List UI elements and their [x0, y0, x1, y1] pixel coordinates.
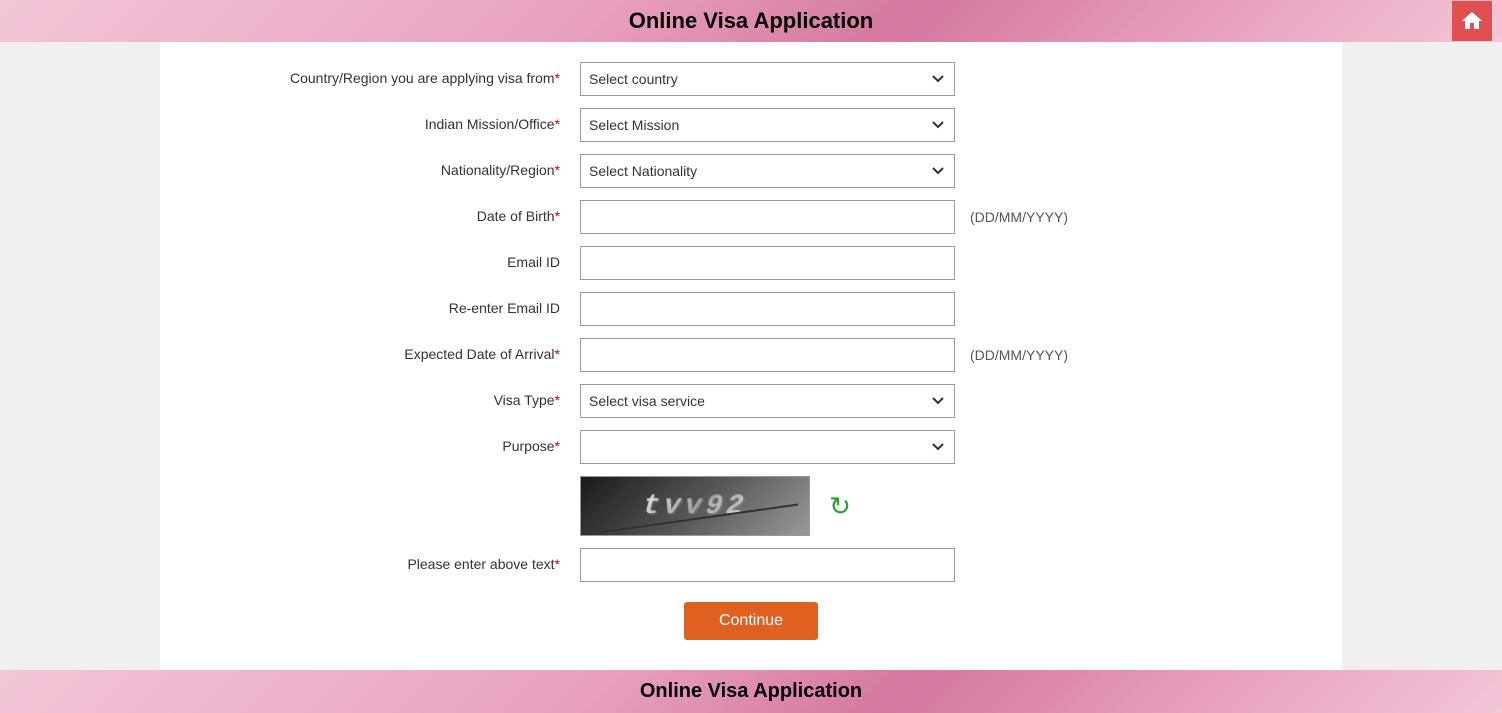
captcha-image: tvv92: [580, 476, 810, 536]
captcha-input[interactable]: [580, 548, 955, 582]
captcha-required: *: [555, 556, 560, 572]
nationality-required: *: [555, 162, 560, 178]
purpose-select[interactable]: [580, 430, 955, 464]
visa-type-required: *: [555, 392, 560, 408]
email-label: Email ID: [200, 253, 580, 273]
visa-type-select[interactable]: Select visa service: [580, 384, 955, 418]
home-icon[interactable]: [1452, 1, 1492, 41]
page-wrapper: Online Visa Application Country/Region y…: [0, 0, 1502, 713]
footer-title: Online Visa Application: [640, 680, 862, 702]
arrival-row: Expected Date of Arrival* (DD/MM/YYYY): [200, 338, 1302, 372]
country-required: *: [555, 70, 560, 86]
nationality-row: Nationality/Region* Select Nationality: [200, 154, 1302, 188]
arrival-hint: (DD/MM/YYYY): [970, 347, 1068, 363]
footer-bar: Online Visa Application: [0, 670, 1502, 713]
visa-type-label: Visa Type*: [200, 391, 580, 411]
continue-row: Continue: [200, 602, 1302, 640]
captcha-display: tvv92: [642, 491, 749, 522]
main-content: Country/Region you are applying visa fro…: [160, 42, 1342, 670]
dob-input[interactable]: [580, 200, 955, 234]
header-bar: Online Visa Application: [0, 0, 1502, 42]
purpose-label: Purpose*: [200, 437, 580, 457]
dob-label: Date of Birth*: [200, 207, 580, 227]
country-select[interactable]: Select country: [580, 62, 955, 96]
dob-required: *: [555, 208, 560, 224]
captcha-input-row: Please enter above text*: [200, 548, 1302, 582]
nationality-label: Nationality/Region*: [200, 161, 580, 181]
purpose-required: *: [555, 438, 560, 454]
page-title: Online Visa Application: [629, 8, 874, 33]
dob-hint: (DD/MM/YYYY): [970, 209, 1068, 225]
email-re-input[interactable]: [580, 292, 955, 326]
arrival-label: Expected Date of Arrival*: [200, 345, 580, 365]
mission-select[interactable]: Select Mission: [580, 108, 955, 142]
captcha-input-label: Please enter above text*: [200, 555, 580, 575]
visa-type-row: Visa Type* Select visa service: [200, 384, 1302, 418]
country-row: Country/Region you are applying visa fro…: [200, 62, 1302, 96]
continue-button[interactable]: Continue: [684, 602, 818, 640]
purpose-row: Purpose*: [200, 430, 1302, 464]
email-re-label: Re-enter Email ID: [200, 299, 580, 319]
email-row: Email ID: [200, 246, 1302, 280]
refresh-captcha-button[interactable]: ↻: [825, 491, 855, 521]
country-label: Country/Region you are applying visa fro…: [200, 69, 580, 89]
mission-row: Indian Mission/Office* Select Mission: [200, 108, 1302, 142]
email-input[interactable]: [580, 246, 955, 280]
arrival-required: *: [555, 346, 560, 362]
email-re-row: Re-enter Email ID: [200, 292, 1302, 326]
captcha-image-row: tvv92 ↻: [200, 476, 1302, 536]
mission-label: Indian Mission/Office*: [200, 115, 580, 135]
dob-row: Date of Birth* (DD/MM/YYYY): [200, 200, 1302, 234]
nationality-select[interactable]: Select Nationality: [580, 154, 955, 188]
mission-required: *: [555, 116, 560, 132]
arrival-input[interactable]: [580, 338, 955, 372]
